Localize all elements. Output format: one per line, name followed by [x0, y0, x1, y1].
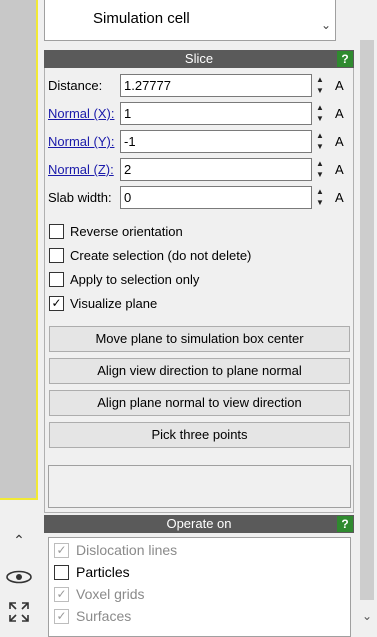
unit-label: A	[335, 190, 344, 205]
checkbox-label[interactable]: Apply to selection only	[70, 272, 199, 287]
section-title: Slice	[184, 51, 214, 66]
checkbox-label[interactable]: Reverse orientation	[70, 224, 183, 239]
checkbox: ✓	[54, 609, 69, 624]
spinner-arrows-icon[interactable]: ▲ ▼	[314, 130, 326, 153]
operate-on-section-header: Operate on ?	[44, 515, 354, 533]
chevron-up-icon[interactable]: ⌃	[0, 532, 38, 549]
checkbox: ✓	[54, 543, 69, 558]
field-label[interactable]: Normal (X):	[48, 106, 114, 121]
field-label: Distance:	[48, 78, 103, 93]
chevron-down-icon[interactable]: ⌄	[321, 18, 331, 32]
value-input[interactable]: 1	[120, 102, 312, 125]
unit-label: A	[335, 134, 344, 149]
unit-label: A	[335, 78, 344, 93]
status-box	[48, 465, 351, 508]
unit-label: A	[335, 162, 344, 177]
list-item[interactable]: Simulation cell	[93, 10, 190, 27]
list-item[interactable]: Particles	[76, 564, 130, 580]
value-input[interactable]: -1	[120, 130, 312, 153]
viewport-area[interactable]	[0, 0, 38, 500]
list-item: Voxel grids	[76, 586, 145, 602]
value-input[interactable]: 1.27777	[120, 74, 312, 97]
field-label[interactable]: Normal (Z):	[48, 162, 114, 177]
section-title: Operate on	[166, 516, 232, 531]
eye-icon[interactable]	[0, 570, 38, 587]
list-item: Surfaces	[76, 608, 132, 624]
checkbox[interactable]	[54, 565, 69, 580]
expand-icon[interactable]	[0, 600, 38, 627]
spinner-arrows-icon[interactable]: ▲ ▼	[314, 102, 326, 125]
checkbox[interactable]	[49, 224, 64, 239]
unit-label: A	[335, 106, 344, 121]
checkbox[interactable]: ✓	[49, 296, 64, 311]
checkbox-label[interactable]: Visualize plane	[70, 296, 157, 311]
pipeline-list[interactable]: Simulation cell ⌄	[44, 0, 336, 41]
spinner-arrows-icon[interactable]: ▲ ▼	[314, 158, 326, 181]
action-button[interactable]: Move plane to simulation box center	[49, 326, 350, 352]
action-button[interactable]: Align view direction to plane normal	[49, 358, 350, 384]
action-button[interactable]: Align plane normal to view direction	[49, 390, 350, 416]
slice-section-header: Slice ?	[44, 50, 354, 68]
help-icon[interactable]: ?	[337, 516, 353, 532]
left-toolbar: ⌃	[0, 502, 38, 637]
value-input[interactable]: 2	[120, 158, 312, 181]
help-icon[interactable]: ?	[337, 51, 353, 67]
field-label: Slab width:	[48, 190, 112, 205]
checkbox: ✓	[54, 587, 69, 602]
scrollbar-thumb[interactable]	[360, 40, 374, 600]
action-button[interactable]: Pick three points	[49, 422, 350, 448]
value-input[interactable]: 0	[120, 186, 312, 209]
checkbox[interactable]	[49, 272, 64, 287]
spinner-arrows-icon[interactable]: ▲ ▼	[314, 74, 326, 97]
spinner-arrows-icon[interactable]: ▲ ▼	[314, 186, 326, 209]
checkbox-label[interactable]: Create selection (do not delete)	[70, 248, 251, 263]
scroll-down-icon[interactable]: ⌄	[357, 609, 377, 623]
list-item: Dislocation lines	[76, 542, 178, 558]
checkbox[interactable]	[49, 248, 64, 263]
field-label[interactable]: Normal (Y):	[48, 134, 114, 149]
